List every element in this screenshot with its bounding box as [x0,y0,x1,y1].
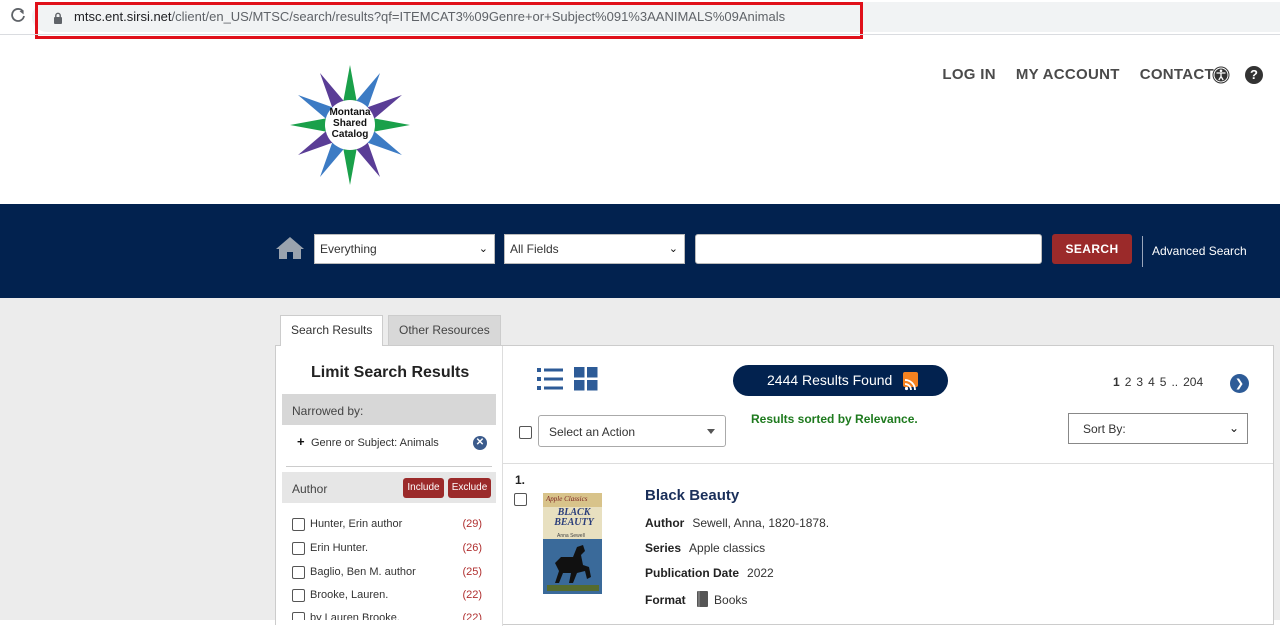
field-select-value: All Fields [510,242,559,256]
result-format: Books [714,593,748,607]
sort-select-value: Sort By: [1083,422,1126,436]
chevron-down-icon: ⌄ [668,243,678,255]
scope-select[interactable]: Everything ⌄ [314,234,495,264]
search-input[interactable] [695,234,1042,264]
results-divider [503,463,1273,464]
result-author-row: Author Sewell, Anna, 1820-1878. [645,516,829,530]
page-link[interactable]: 204 [1183,375,1203,389]
author-facet-item[interactable]: by Lauren Brooke. (22) [292,611,482,620]
result-format-row: Format Books [645,591,747,610]
result-title-link[interactable]: Black Beauty [645,487,739,504]
facets-title: Limit Search Results [311,364,470,381]
result-pubdate-row: Publication Date 2022 [645,566,774,580]
tab-search-results[interactable]: Search Results [280,315,384,346]
series-label: Series [645,541,682,555]
result-number: 1. [515,473,526,487]
reload-icon[interactable] [10,8,26,28]
page-link-current[interactable]: 1 [1113,375,1120,389]
author-checkbox[interactable] [292,518,305,531]
search-button[interactable]: SEARCH [1052,234,1132,264]
author-name: by Lauren Brooke. [310,612,400,620]
grid-view-icon[interactable] [574,367,598,395]
page-link[interactable]: 2 [1125,375,1132,389]
select-all-checkbox[interactable] [519,426,532,439]
results-count-badge: 2444 Results Found [733,365,948,396]
author-checkbox[interactable] [292,542,305,555]
plus-icon[interactable]: + [297,434,305,449]
scope-select-value: Everything [320,242,377,256]
author-checkbox[interactable] [292,566,305,579]
result-series[interactable]: Apple classics [689,541,765,555]
contact-link[interactable]: CONTACT [1140,66,1214,83]
tab-other-resources[interactable]: Other Resources [388,315,501,345]
active-filter-label: Genre or Subject: Animals [311,437,439,449]
exclude-button[interactable]: Exclude [448,478,491,498]
browser-divider [0,34,1280,35]
action-select[interactable]: Select an Action [538,415,726,447]
login-link[interactable]: LOG IN [942,66,995,83]
home-icon[interactable] [275,236,305,264]
action-select-value: Select an Action [549,425,636,439]
format-label: Format [645,593,686,607]
page-link[interactable]: 4 [1148,375,1155,389]
author-facet-item[interactable]: Hunter, Erin author (29) [292,517,482,535]
advanced-search-link[interactable]: Advanced Search [1152,244,1247,258]
caret-down-icon [707,429,715,434]
page-link[interactable]: 5 [1160,375,1167,389]
page-link[interactable]: 3 [1136,375,1143,389]
logo-text: Montana Shared Catalog [329,107,371,140]
sort-status: Results sorted by Relevance. [751,412,918,426]
field-select[interactable]: All Fields ⌄ [504,234,685,264]
author-facet-label: Author [292,482,328,496]
author-checkbox[interactable] [292,589,305,602]
header-nav: LOG IN MY ACCOUNT CONTACT [942,66,1214,83]
author-name: Hunter, Erin author [310,518,403,530]
narrowed-label: Narrowed by: [292,404,364,418]
author-count: (22) [462,612,482,620]
search-divider [1142,236,1143,267]
active-filter: Genre or Subject: Animals [311,437,439,449]
include-button[interactable]: Include [403,478,444,498]
author-count: (29) [462,518,482,530]
pubdate-label: Publication Date [645,566,740,580]
author-facet-item[interactable]: Baglio, Ben M. author (25) [292,565,482,583]
help-icon[interactable]: ? [1245,66,1263,84]
rss-icon[interactable] [903,372,918,391]
horse-illustration [547,545,599,591]
author-count: (25) [462,566,482,578]
sort-select[interactable]: Sort By: ⌄ [1068,413,1248,444]
author-name: Erin Hunter. [310,542,369,554]
facet-divider [286,466,492,467]
author-name: Brooke, Lauren. [310,589,389,601]
author-label: Author [645,516,685,530]
result-series-row: Series Apple classics [645,541,765,555]
author-checkbox[interactable] [292,612,305,620]
author-facet-item[interactable]: Erin Hunter. (26) [292,541,482,559]
cover-title-text: BLACK BEAUTY [554,507,594,528]
chevron-down-icon: ⌄ [1228,421,1239,435]
site-logo[interactable]: Montana Shared Catalog [286,61,414,189]
result-author[interactable]: Sewell, Anna, 1820-1878. [692,516,829,530]
cover-series-text: Apple Classics [546,495,588,503]
remove-filter-icon[interactable]: ✕ [473,436,487,450]
accessibility-icon[interactable] [1212,66,1230,88]
author-count: (26) [462,542,482,554]
book-cover-image[interactable]: Apple Classics BLACK BEAUTY Anna Sewell [543,493,602,594]
author-name: Baglio, Ben M. author [310,566,416,578]
page-ellipsis: .. [1171,375,1179,389]
author-facet-item[interactable]: Brooke, Lauren. (22) [292,588,482,606]
results-count: 2444 Results Found [767,372,893,388]
book-icon [697,591,709,610]
pagination: 1 2 3 4 5 .. 204 [1113,375,1203,389]
chevron-down-icon: ⌄ [478,243,488,255]
author-count: (22) [462,589,482,601]
my-account-link[interactable]: MY ACCOUNT [1016,66,1120,83]
next-page-icon[interactable]: ❯ [1230,374,1249,393]
result-pubdate: 2022 [747,566,774,580]
list-view-icon[interactable] [537,367,563,395]
result-checkbox[interactable] [514,493,527,506]
